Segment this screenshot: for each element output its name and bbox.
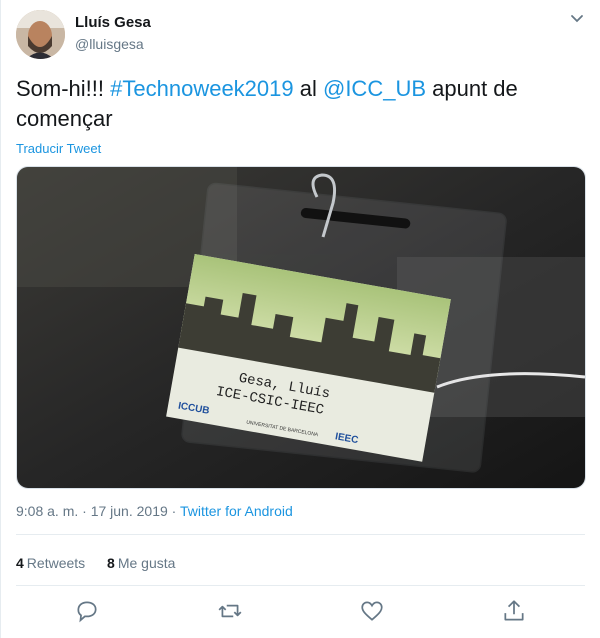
- author-name[interactable]: Lluís Gesa: [75, 14, 151, 31]
- hashtag-link[interactable]: #Technoweek2019: [110, 76, 293, 101]
- timestamp[interactable]: 9:08 a. m. · 17 jun. 2019 ·: [16, 503, 180, 519]
- tweet-text-part: Som-hi!!!: [16, 76, 111, 101]
- tweet-meta: 9:08 a. m. · 17 jun. 2019 · Twitter for …: [16, 503, 293, 519]
- tweet-text: Som-hi!!! #Technoweek2019 al @ICC_UB apu…: [16, 74, 576, 134]
- action-bar: [1, 598, 600, 628]
- retweet-icon[interactable]: [217, 598, 243, 624]
- tweet-photo[interactable]: Gesa, Lluís ICE-CSIC-IEEC ICCUB UNIVERSI…: [16, 166, 586, 489]
- avatar[interactable]: [16, 10, 65, 59]
- likes-label: Me gusta: [117, 555, 176, 571]
- tweet-stats: 4 Retweets 8 Me gusta: [16, 555, 175, 571]
- source-app[interactable]: Twitter for Android: [180, 503, 293, 519]
- author-handle[interactable]: @lluisgesa: [75, 36, 144, 52]
- tweet-card: Lluís Gesa @lluisgesa Som-hi!!! #Technow…: [0, 0, 600, 638]
- tweet-text-part: al: [293, 76, 323, 101]
- retweets-label: Retweets: [26, 555, 86, 571]
- chevron-down-icon[interactable]: [570, 12, 584, 26]
- translate-link[interactable]: Traducir Tweet: [16, 141, 101, 156]
- retweets-stat[interactable]: 4 Retweets: [16, 555, 85, 571]
- retweets-count: 4: [16, 555, 24, 571]
- share-icon[interactable]: [501, 598, 527, 624]
- reply-icon[interactable]: [74, 598, 100, 624]
- divider: [16, 585, 585, 586]
- likes-count: 8: [107, 555, 115, 571]
- divider: [16, 534, 585, 535]
- likes-stat[interactable]: 8 Me gusta: [107, 555, 175, 571]
- badge-photo: Gesa, Lluís ICE-CSIC-IEEC ICCUB UNIVERSI…: [17, 167, 585, 488]
- avatar-image: [16, 10, 65, 59]
- mention-link[interactable]: @ICC_UB: [323, 76, 426, 101]
- like-icon[interactable]: [359, 598, 385, 624]
